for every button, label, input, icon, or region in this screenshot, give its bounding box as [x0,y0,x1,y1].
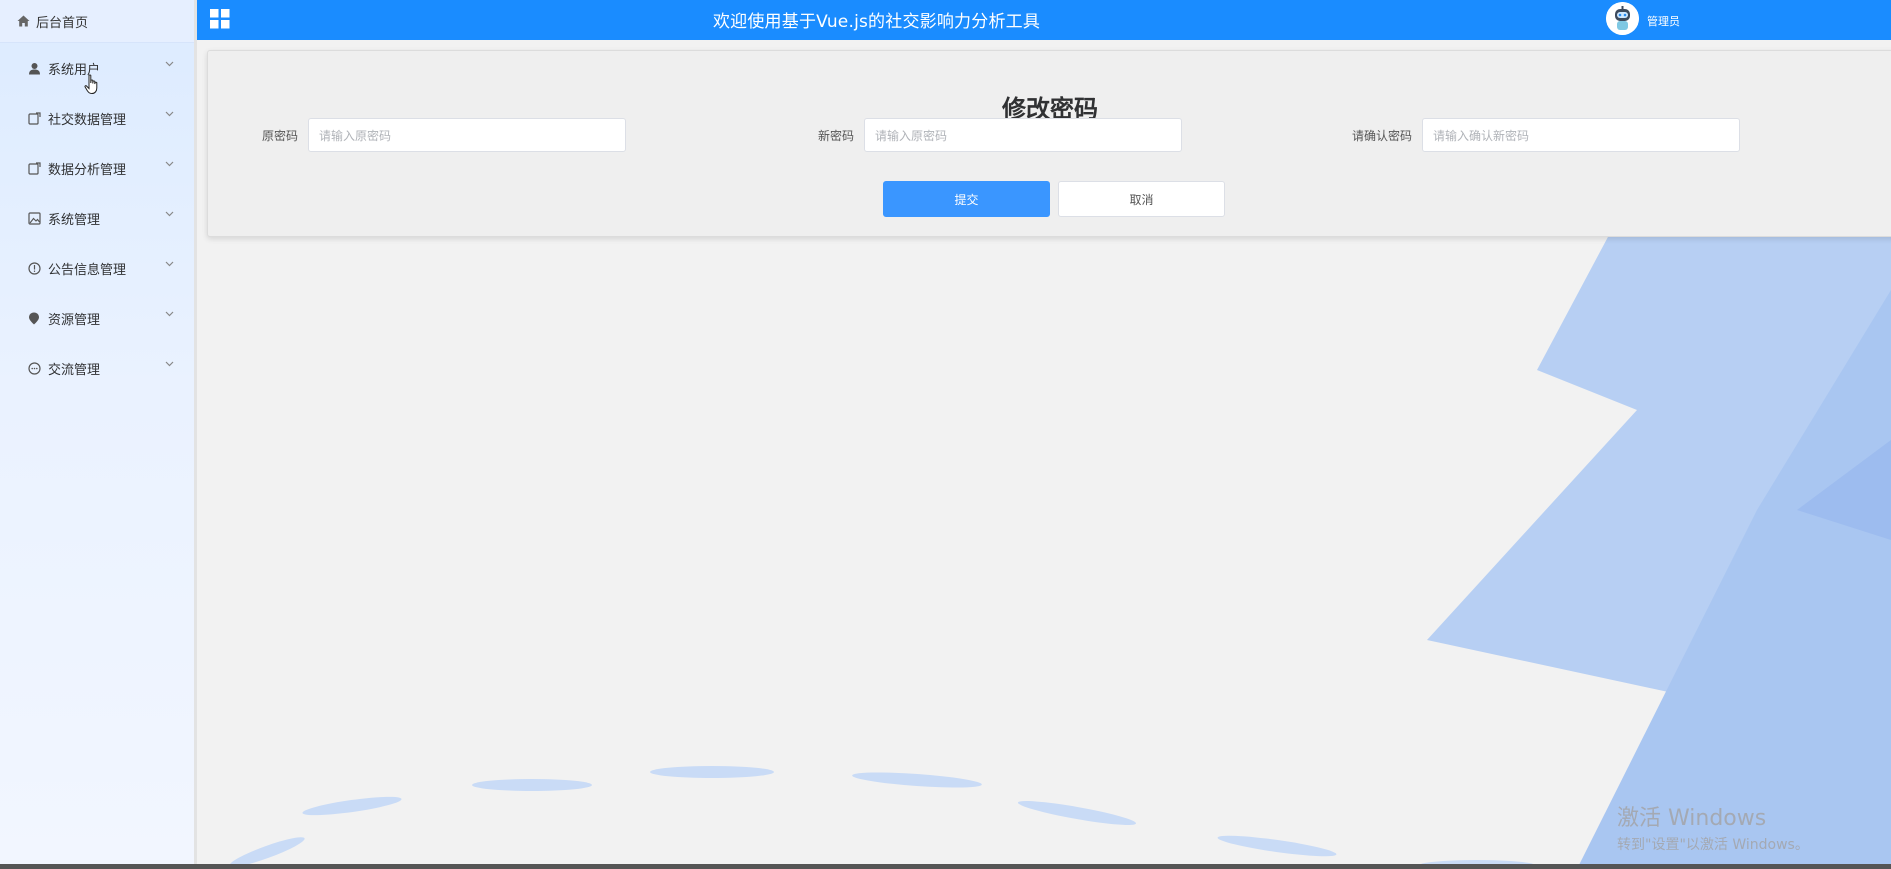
warning-circle-icon [27,261,41,275]
sidebar-item-label: 数据分析管理 [48,162,127,178]
sidebar-item-label: 社交数据管理 [48,112,127,128]
taskbar-edge [0,864,1891,869]
chevron-down-icon [165,361,174,367]
old-password-row: 原密码 请输入原密码 [262,117,627,153]
sidebar-item-label: 交流管理 [48,362,101,378]
document-icon [27,161,41,175]
sidebar-item-label: 系统管理 [48,212,101,228]
top-bar: 欢迎使用基于Vue.js的社交影响力分析工具 管理员 [197,0,1891,40]
sidebar-item-label: 公告信息管理 [48,262,127,278]
windows-activation-watermark: 激活 Windows 转到"设置"以激活 Windows。 [1617,800,1809,854]
new-password-row: 新密码 请输入原密码 [818,117,1183,153]
robot-avatar-icon [1606,2,1639,35]
image-icon [27,211,41,225]
chevron-down-icon [165,211,174,217]
sidebar-item-communication[interactable]: 交流管理 [0,343,194,393]
user-icon [27,61,41,75]
submit-button[interactable]: 提交 [883,181,1050,217]
chevron-down-icon [165,61,174,67]
chevron-down-icon [165,161,174,167]
confirm-password-label: 请确认密码 [1352,128,1413,143]
new-password-label: 新密码 [818,128,855,143]
document-icon [27,111,41,125]
chevron-down-icon [165,261,174,267]
main-content: 修改密码 原密码 请输入原密码 新密码 请输入原密码 请确认密码 请输入确认新密… [197,40,1891,869]
chevron-down-icon [165,311,174,317]
sidebar: 后台首页 系统用户 社交数据管理 数据分析管理 系统管理 公告信息管理 资源管理… [0,0,197,869]
sidebar-item-social-data[interactable]: 社交数据管理 [0,93,194,143]
old-password-label: 原密码 [262,128,299,143]
hand-cursor-icon [84,74,98,95]
user-name[interactable]: 管理员 [1647,13,1680,29]
sidebar-item-resources[interactable]: 资源管理 [0,293,194,343]
watermark-line2: 转到"设置"以激活 Windows。 [1617,837,1809,853]
sidebar-item-data-analysis[interactable]: 数据分析管理 [0,143,194,193]
chat-bubble-icon [27,361,41,375]
avatar[interactable] [1606,2,1639,35]
watermark-line1: 激活 Windows [1617,806,1767,831]
new-password-input[interactable]: 请输入原密码 [864,118,1183,152]
cancel-button[interactable]: 取消 [1058,181,1225,217]
location-pin-icon [27,311,41,325]
old-password-input[interactable]: 请输入原密码 [308,118,627,152]
confirm-password-input[interactable]: 请输入确认新密码 [1422,118,1741,152]
chevron-down-icon [165,111,174,117]
sidebar-item-label: 资源管理 [48,312,101,328]
sidebar-item-announcements[interactable]: 公告信息管理 [0,243,194,293]
confirm-password-row: 请确认密码 请输入确认新密码 [1352,117,1741,153]
sidebar-item-system-management[interactable]: 系统管理 [0,193,194,243]
change-password-card: 修改密码 原密码 请输入原密码 新密码 请输入原密码 请确认密码 请输入确认新密… [207,50,1891,237]
